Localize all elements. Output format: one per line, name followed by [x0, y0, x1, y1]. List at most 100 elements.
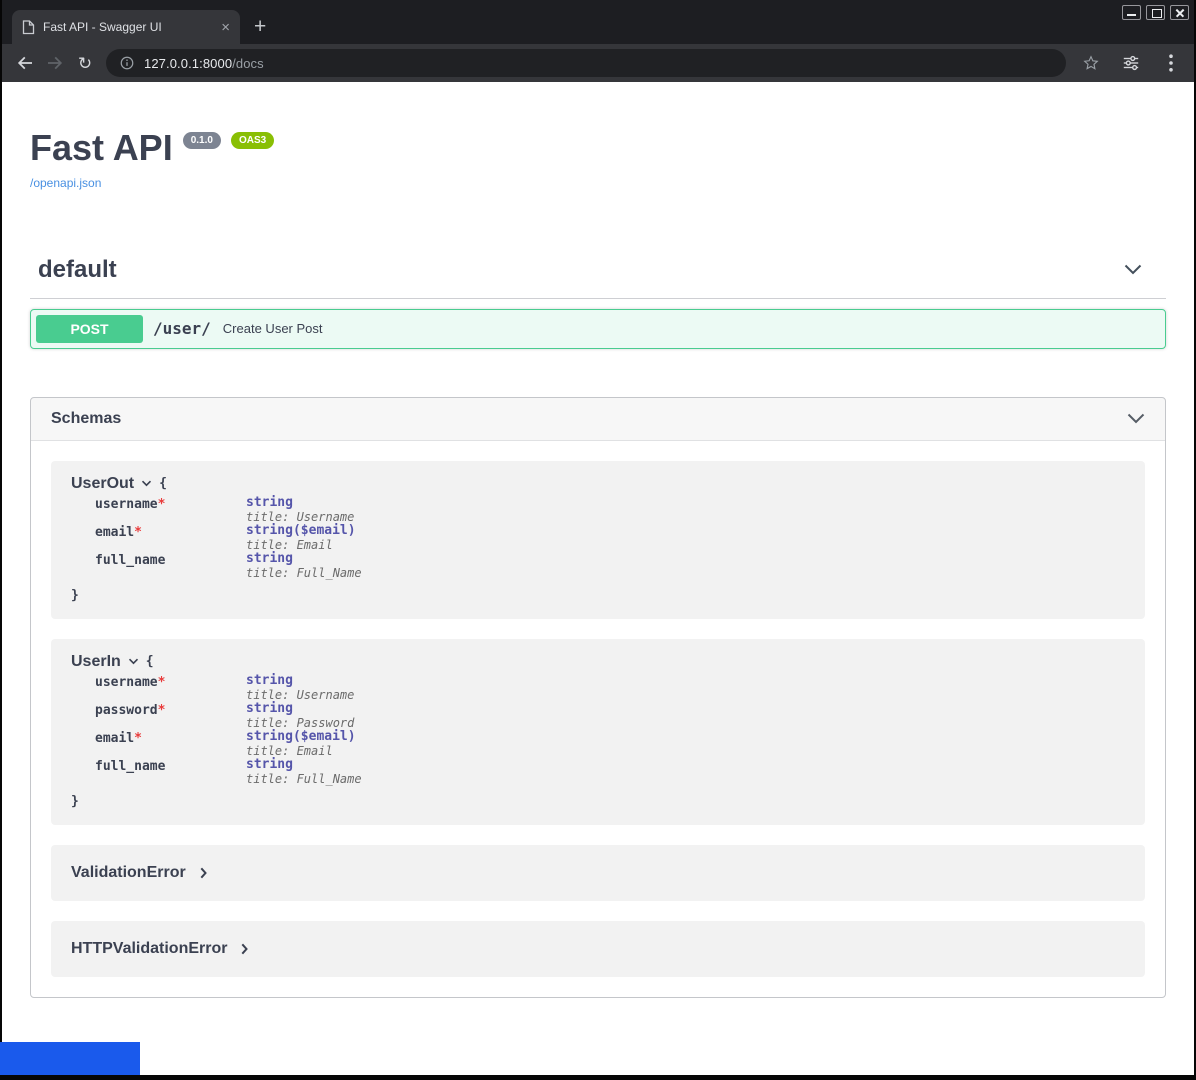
model-name: UserIn	[71, 653, 121, 671]
schemas-header[interactable]: Schemas	[31, 398, 1165, 441]
version-badge: 0.1.0	[183, 132, 221, 149]
required-marker: *	[134, 731, 142, 746]
model-userin: UserIn { username* string title: Usernam…	[51, 639, 1145, 825]
property-title: title: Full_Name	[246, 566, 362, 580]
forward-button[interactable]	[40, 48, 70, 78]
new-tab-button[interactable]: +	[254, 16, 266, 37]
chevron-down-icon[interactable]	[128, 658, 139, 665]
property-row: full_name string title: Full_Name	[95, 758, 1125, 786]
property-info: string title: Full_Name	[246, 758, 362, 786]
property-info: string title: Username	[246, 674, 354, 702]
model-validationerror[interactable]: ValidationError	[51, 845, 1145, 901]
property-info: string($email) title: Email	[246, 524, 356, 552]
required-marker: *	[134, 525, 142, 540]
property-type: string	[246, 552, 362, 566]
property-type: string	[246, 496, 354, 510]
property-title: title: Email	[246, 538, 356, 552]
tune-button[interactable]	[1116, 48, 1146, 78]
property-name: email*	[95, 524, 246, 552]
bookmark-star-button[interactable]	[1076, 48, 1106, 78]
brace-open: {	[146, 654, 154, 669]
property-name: full_name	[95, 552, 246, 580]
url-path: /docs	[232, 56, 264, 71]
model-userin-header[interactable]: UserIn {	[71, 653, 1125, 671]
url-text: 127.0.0.1:8000/docs	[144, 56, 264, 71]
window-border-left	[0, 0, 2, 1080]
maximize-button[interactable]	[1146, 5, 1165, 20]
brace-open: {	[159, 476, 167, 491]
property-title: title: Username	[246, 688, 354, 702]
minimize-button[interactable]	[1122, 5, 1141, 20]
property-type: string	[246, 702, 354, 716]
page-content: Fast API 0.1.0 OAS3 /openapi.json defaul…	[2, 82, 1194, 1075]
property-info: string title: Full_Name	[246, 552, 362, 580]
window-close-button[interactable]	[1170, 5, 1189, 20]
property-row: username* string title: Username	[95, 674, 1125, 702]
property-title: title: Email	[246, 744, 356, 758]
property-title: title: Username	[246, 510, 354, 524]
brace-close: }	[71, 588, 1125, 603]
back-button[interactable]	[10, 48, 40, 78]
model-httpvalidationerror[interactable]: HTTPValidationError	[51, 921, 1145, 977]
property-row: password* string title: Password	[95, 702, 1125, 730]
star-icon	[1082, 54, 1100, 72]
model-userout-header[interactable]: UserOut {	[71, 475, 1125, 493]
property-row: email* string($email) title: Email	[95, 730, 1125, 758]
chevron-right-icon[interactable]	[241, 943, 248, 955]
window-controls	[1122, 5, 1189, 20]
kebab-menu-icon	[1169, 54, 1173, 72]
tag-section-default[interactable]: default	[30, 246, 1166, 299]
property-title: title: Password	[246, 716, 354, 730]
schemas-section: Schemas UserOut {	[30, 397, 1166, 998]
chevron-down-icon[interactable]	[141, 480, 152, 487]
tab-title: Fast API - Swagger UI	[43, 20, 211, 34]
property-row: username* string title: Username	[95, 496, 1125, 524]
model-userout: UserOut { username* string title: Userna…	[51, 461, 1145, 619]
property-type: string($email)	[246, 730, 356, 744]
address-bar[interactable]: 127.0.0.1:8000/docs	[106, 49, 1066, 77]
oas3-badge: OAS3	[231, 132, 274, 149]
property-info: string title: Password	[246, 702, 354, 730]
required-marker: *	[158, 497, 166, 512]
toolbar-right-icons	[1076, 48, 1186, 78]
back-arrow-icon	[15, 53, 35, 73]
browser-menu-button[interactable]	[1156, 48, 1186, 78]
property-info: string title: Username	[246, 496, 354, 524]
url-host: 127.0.0.1:8000	[144, 56, 232, 71]
chevron-right-icon[interactable]	[200, 867, 207, 879]
chevron-down-icon[interactable]	[1124, 264, 1142, 275]
site-info-icon[interactable]	[119, 55, 135, 71]
endpoint-path: /user/	[153, 319, 211, 338]
chevron-down-icon[interactable]	[1127, 413, 1145, 424]
endpoint-summary: Create User Post	[223, 321, 323, 336]
property-row: email* string($email) title: Email	[95, 524, 1125, 552]
property-name: full_name	[95, 758, 246, 786]
openapi-json-link[interactable]: /openapi.json	[30, 176, 101, 190]
model-name: UserOut	[71, 475, 134, 493]
property-type: string($email)	[246, 524, 356, 538]
reload-button[interactable]: ↻	[70, 48, 100, 78]
titlebar: Fast API - Swagger UI × +	[0, 0, 1196, 44]
window-border-bottom	[0, 1075, 1196, 1080]
property-info: string($email) title: Email	[246, 730, 356, 758]
tab-close-icon[interactable]: ×	[219, 20, 232, 35]
browser-toolbar: ↻ 127.0.0.1:8000/docs	[0, 44, 1196, 82]
forward-arrow-icon	[45, 53, 65, 73]
browser-tab[interactable]: Fast API - Swagger UI ×	[12, 10, 240, 44]
model-name: HTTPValidationError	[71, 940, 227, 958]
property-row: full_name string title: Full_Name	[95, 552, 1125, 580]
property-list: username* string title: Username email* …	[95, 496, 1125, 580]
http-method-badge: POST	[36, 315, 143, 343]
reload-icon: ↻	[78, 55, 92, 72]
property-name: email*	[95, 730, 246, 758]
api-header: Fast API 0.1.0 OAS3	[30, 128, 1166, 168]
page-title: Fast API	[30, 128, 173, 168]
tag-name: default	[38, 256, 117, 284]
schemas-title: Schemas	[41, 410, 121, 428]
endpoint-row-post-user[interactable]: POST /user/ Create User Post	[30, 309, 1166, 349]
model-name: ValidationError	[71, 864, 186, 882]
property-name: password*	[95, 702, 246, 730]
property-name: username*	[95, 674, 246, 702]
screen: Fast API - Swagger UI × + ↻	[0, 0, 1196, 1080]
property-list: username* string title: Username passwor…	[95, 674, 1125, 786]
